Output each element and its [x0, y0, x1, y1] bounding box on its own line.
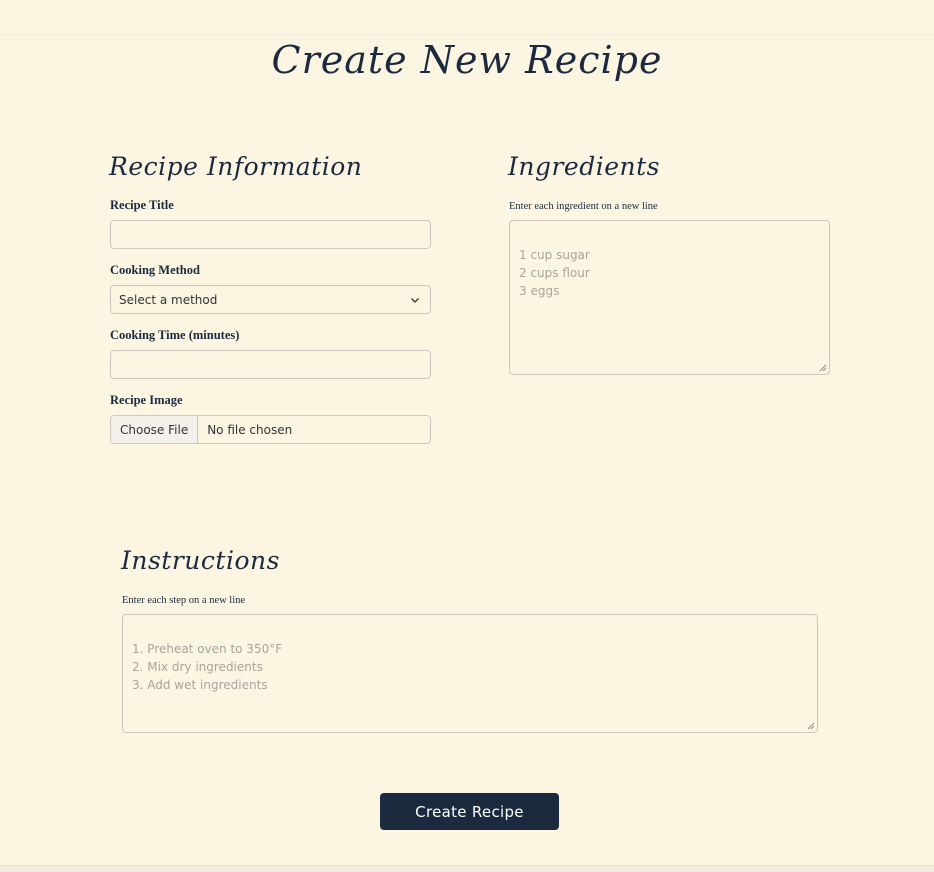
chevron-down-icon: [411, 298, 419, 303]
instructions-placeholder: 1. Preheat oven to 350°F 2. Mix dry ingr…: [132, 642, 283, 692]
recipe-image-file-input[interactable]: Choose File No file chosen: [110, 415, 431, 444]
ingredients-placeholder: 1 cup sugar 2 cups flour 3 eggs: [519, 248, 590, 298]
cooking-method-value: Select a method: [119, 292, 218, 307]
instructions-textarea[interactable]: 1. Preheat oven to 350°F 2. Mix dry ingr…: [122, 614, 818, 733]
create-recipe-button[interactable]: Create Recipe: [380, 793, 559, 830]
resize-grip-icon[interactable]: [807, 722, 815, 730]
recipe-form-page: Create New Recipe Recipe Information Rec…: [0, 0, 934, 872]
recipe-title-label: Recipe Title: [110, 198, 174, 212]
page-title: Create New Recipe: [271, 38, 663, 82]
cooking-time-input[interactable]: [110, 350, 431, 379]
recipe-title-input[interactable]: [110, 220, 431, 249]
top-divider: [0, 34, 934, 35]
cooking-time-label: Cooking Time (minutes): [110, 328, 240, 342]
resize-grip-icon[interactable]: [819, 364, 827, 372]
file-status: No file chosen: [207, 422, 293, 437]
ingredients-textarea[interactable]: 1 cup sugar 2 cups flour 3 eggs: [509, 220, 830, 375]
ingredients-heading: Ingredients: [508, 152, 660, 181]
instructions-heading: Instructions: [121, 546, 280, 575]
recipe-information-heading: Recipe Information: [109, 152, 363, 181]
bottom-divider: [0, 865, 934, 872]
ingredients-hint: Enter each ingredient on a new line: [509, 201, 658, 212]
instructions-hint: Enter each step on a new line: [122, 595, 246, 606]
cooking-method-select[interactable]: Select a method: [110, 285, 431, 314]
choose-file-button[interactable]: Choose File: [111, 416, 199, 443]
cooking-method-label: Cooking Method: [110, 263, 200, 277]
recipe-image-label: Recipe Image: [110, 393, 183, 407]
